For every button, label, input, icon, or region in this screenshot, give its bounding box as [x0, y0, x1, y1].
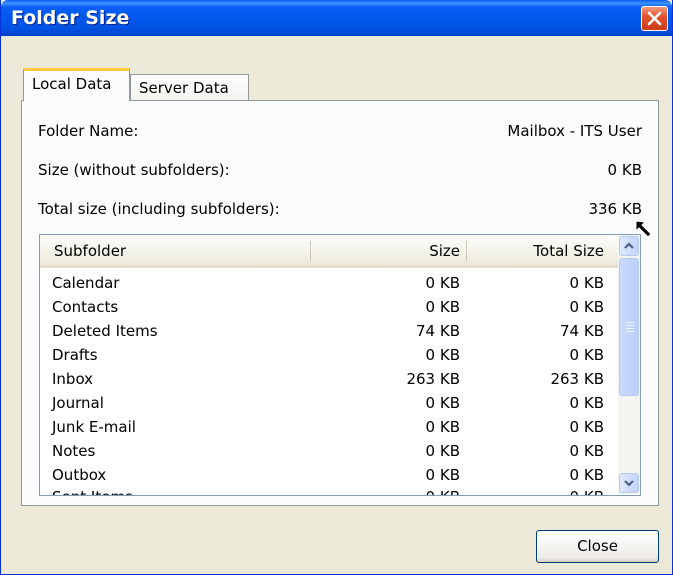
table-row[interactable]: Contacts 0 KB 0 KB	[40, 296, 618, 320]
table-row[interactable]: Notes 0 KB 0 KB	[40, 440, 618, 464]
thumb-grip	[626, 328, 634, 329]
row-total-size: 74 KB	[560, 322, 604, 340]
row-size: 0 KB	[425, 274, 460, 292]
row-size: 0 KB	[425, 346, 460, 364]
total-size-value: 336 KB	[588, 200, 642, 218]
row-total-size: 0 KB	[514, 488, 604, 495]
row-size: 0 KB	[425, 418, 460, 436]
row-subfolder: Notes	[52, 442, 96, 460]
folder-size-dialog: Folder Size Local Data Server Data Folde…	[0, 0, 673, 575]
size-value: 0 KB	[607, 161, 642, 179]
row-subfolder: Contacts	[52, 298, 119, 316]
table-row[interactable]: Outbox 0 KB 0 KB	[40, 464, 618, 488]
title-close-button[interactable]	[641, 6, 668, 31]
tab-local-data[interactable]: Local Data	[23, 68, 130, 101]
row-size: 263 KB	[406, 370, 460, 388]
table-row[interactable]: Drafts 0 KB 0 KB	[40, 344, 618, 368]
subfolder-list[interactable]: Subfolder Size Total Size Calendar 0 KB 0 …	[39, 234, 641, 496]
row-subfolder: Outbox	[52, 466, 107, 484]
vertical-scrollbar[interactable]	[618, 235, 640, 495]
folder-name-value: Mailbox - ITS User	[507, 122, 642, 140]
header-divider[interactable]	[310, 241, 311, 261]
row-total-size: 263 KB	[550, 370, 604, 388]
title-bar[interactable]: Folder Size	[1, 0, 672, 36]
row-total-size: 0 KB	[569, 274, 604, 292]
table-row[interactable]: Inbox 263 KB 263 KB	[40, 368, 618, 392]
row-size: 0 KB	[370, 488, 460, 495]
scroll-thumb[interactable]	[619, 258, 639, 396]
scroll-down-button[interactable]	[619, 473, 639, 493]
chevron-up-icon	[624, 242, 634, 249]
row-subfolder: Calendar	[52, 274, 120, 292]
row-total-size: 0 KB	[569, 442, 604, 460]
row-subfolder: Journal	[52, 394, 104, 412]
row-subfolder: Drafts	[52, 346, 98, 364]
chevron-down-icon	[624, 480, 634, 487]
thumb-grip	[626, 331, 634, 332]
row-subfolder: Deleted Items	[52, 322, 158, 340]
row-total-size: 0 KB	[569, 394, 604, 412]
thumb-grip	[626, 322, 634, 323]
tab-server-data[interactable]: Server Data	[130, 74, 249, 101]
table-row[interactable]: Deleted Items 74 KB 74 KB	[40, 320, 618, 344]
window-title: Folder Size	[11, 7, 130, 29]
row-size: 0 KB	[425, 298, 460, 316]
row-size: 0 KB	[425, 442, 460, 460]
size-label: Size (without subfolders):	[38, 161, 230, 179]
table-row[interactable]: Journal 0 KB 0 KB	[40, 392, 618, 416]
list-header: Subfolder Size Total Size	[40, 235, 618, 268]
row-size: 74 KB	[416, 322, 460, 340]
row-total-size: 0 KB	[569, 418, 604, 436]
table-row[interactable]: Junk E-mail 0 KB 0 KB	[40, 416, 618, 440]
thumb-grip	[626, 325, 634, 326]
header-size[interactable]: Size	[429, 242, 460, 260]
row-subfolder: Inbox	[52, 370, 94, 388]
header-total-size[interactable]: Total Size	[533, 242, 604, 260]
close-x-icon	[647, 11, 662, 26]
scroll-up-button[interactable]	[619, 236, 639, 256]
row-size: 0 KB	[425, 394, 460, 412]
folder-name-label: Folder Name:	[38, 122, 139, 140]
close-button[interactable]: Close	[536, 530, 659, 563]
header-subfolder[interactable]: Subfolder	[54, 242, 126, 260]
row-total-size: 0 KB	[569, 466, 604, 484]
row-size: 0 KB	[425, 466, 460, 484]
table-row[interactable]: Calendar 0 KB 0 KB	[40, 272, 618, 296]
row-subfolder: Sent Items	[52, 488, 133, 495]
total-size-label: Total size (including subfolders):	[38, 200, 280, 218]
header-divider[interactable]	[466, 241, 467, 261]
row-total-size: 0 KB	[569, 298, 604, 316]
tab-panel-local-data: Folder Name: Mailbox - ITS User Size (wi…	[21, 100, 659, 506]
row-subfolder: Junk E-mail	[52, 418, 136, 436]
table-row[interactable]: Sent Items 0 KB 0 KB	[40, 486, 618, 495]
row-total-size: 0 KB	[569, 346, 604, 364]
